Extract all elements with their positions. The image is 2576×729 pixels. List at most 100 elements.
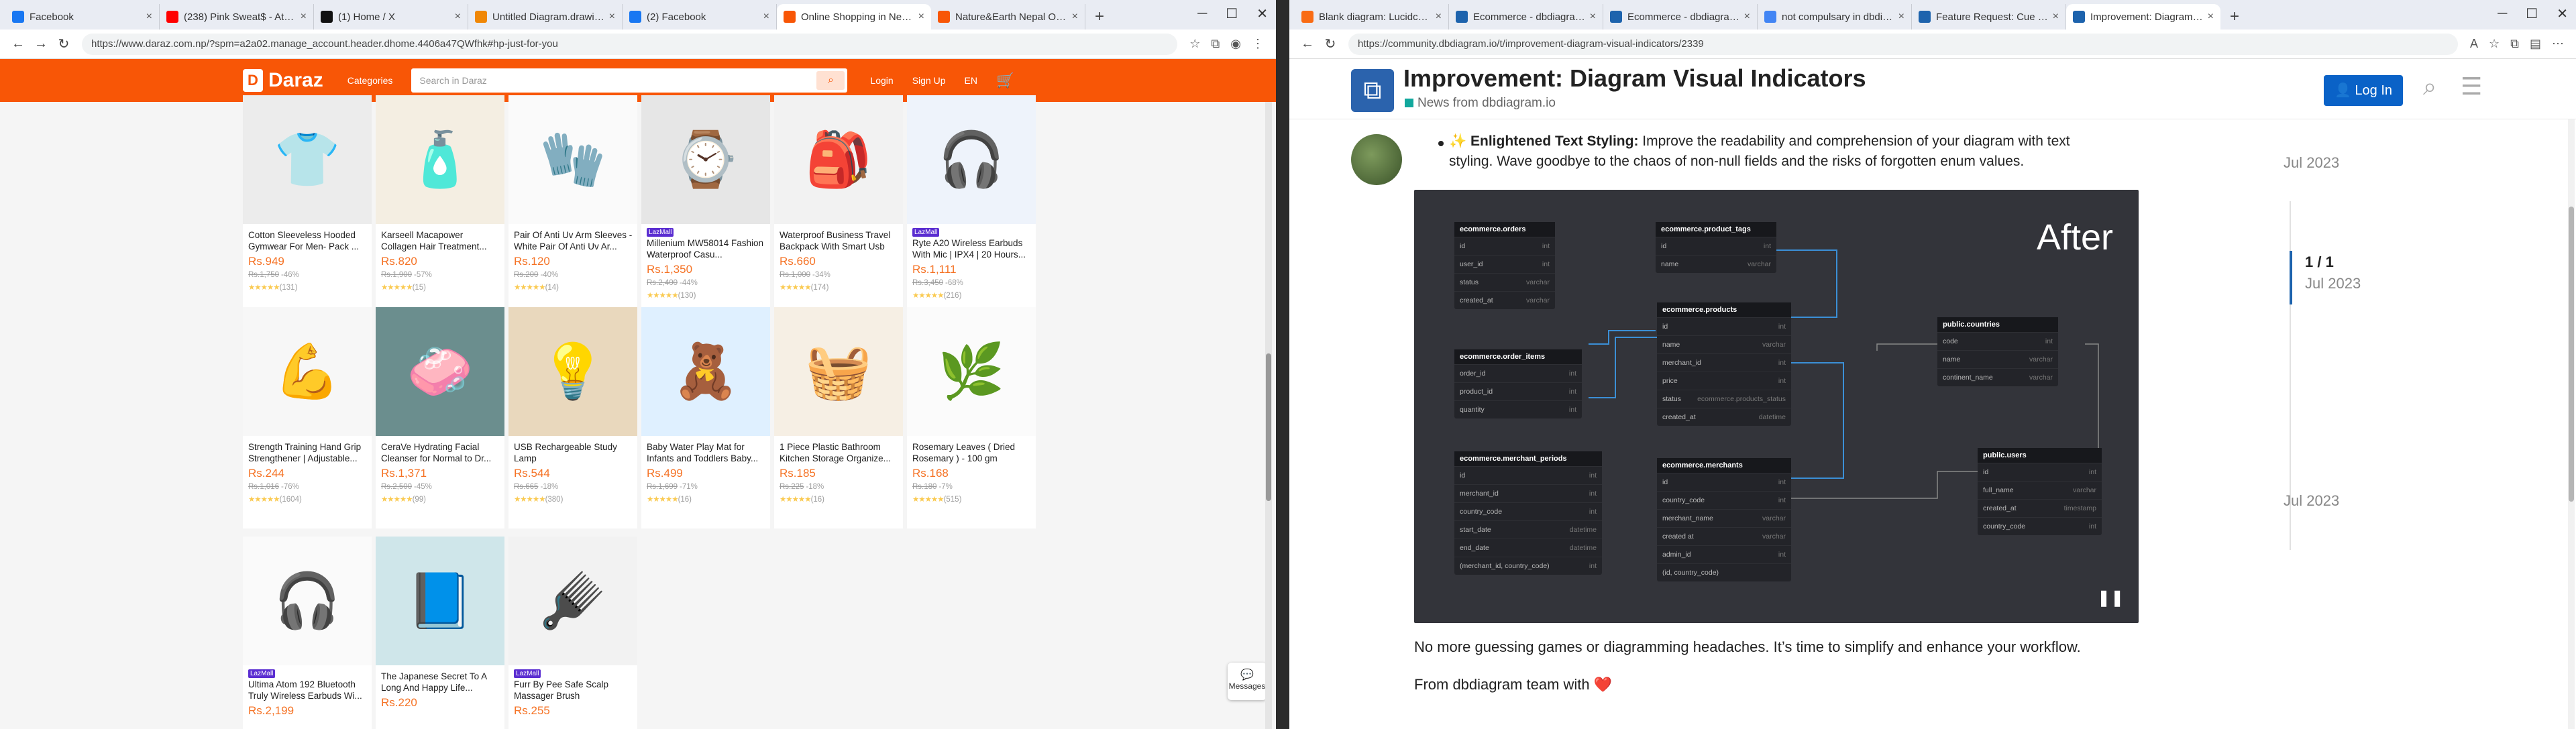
language-select[interactable]: EN: [965, 75, 977, 86]
tab-close-icon[interactable]: ×: [1898, 11, 1904, 23]
back-icon[interactable]: ←: [7, 36, 30, 52]
product-image[interactable]: 🎧: [907, 95, 1036, 224]
product-name[interactable]: Waterproof Business Travel Backpack With…: [780, 229, 899, 252]
reload-icon[interactable]: ↻: [52, 36, 75, 52]
dbdiagram-logo-icon[interactable]: ⧉: [1351, 69, 1394, 112]
categories-menu[interactable]: Categories: [347, 75, 393, 86]
product-image[interactable]: 🪮: [508, 537, 637, 665]
product-name[interactable]: Strength Training Hand Grip Strengthener…: [248, 441, 368, 464]
right-url-field[interactable]: https://community.dbdiagram.io/t/improve…: [1348, 33, 2458, 55]
product-image[interactable]: ⌚: [641, 95, 770, 224]
menu-icon[interactable]: ⋮: [1252, 37, 1264, 51]
browser-tab[interactable]: (1) Home / X ×: [314, 4, 468, 30]
split-icon[interactable]: ⧉: [2510, 37, 2519, 51]
product-name[interactable]: CeraVe Hydrating Facial Cleanser for Nor…: [381, 441, 500, 464]
product-card[interactable]: 💡 USB Rechargeable Study Lamp Rs.544 Rs.665…: [508, 307, 637, 528]
hamburger-icon[interactable]: ☰: [2461, 72, 2482, 101]
product-image[interactable]: 🎒: [774, 95, 903, 224]
cart-icon[interactable]: 🛒: [996, 72, 1014, 89]
product-card[interactable]: 🎧 LazMall Ryte A20 Wireless Earbuds With M…: [907, 95, 1036, 317]
timeline-handle[interactable]: [2290, 251, 2292, 304]
product-image[interactable]: 💪: [243, 307, 372, 436]
product-card[interactable]: 👕 Cotton Sleeveless Hooded Gymwear For Me…: [243, 95, 372, 317]
product-image[interactable]: 🧺: [774, 307, 903, 436]
browser-tab[interactable]: not compulsary in dbdiagram ×: [1758, 4, 1912, 30]
close-icon[interactable]: ✕: [2557, 5, 2568, 22]
browser-tab[interactable]: Nature&Earth Nepal Official Onl... ×: [931, 4, 1085, 30]
product-name[interactable]: 1 Piece Plastic Bathroom Kitchen Storage…: [780, 441, 899, 464]
product-name[interactable]: Pair Of Anti Uv Arm Sleeves - White Pair…: [514, 229, 633, 252]
search-icon[interactable]: ⌕: [2423, 72, 2436, 101]
product-card[interactable]: 🎧 LazMall Ultima Atom 192 Bluetooth Truly …: [243, 537, 372, 729]
pause-icon[interactable]: ❚❚: [2097, 588, 2124, 608]
maximize-icon[interactable]: ☐: [2526, 5, 2538, 22]
more-icon[interactable]: ⋯: [2552, 37, 2564, 51]
messages-button[interactable]: 💬 Messages: [1228, 663, 1267, 700]
product-card[interactable]: 📘 The Japanese Secret To A Long And Happy…: [376, 537, 504, 729]
product-name[interactable]: Millenium MW58014 Fashion Waterproof Cas…: [647, 237, 766, 260]
product-image[interactable]: 🧼: [376, 307, 504, 436]
product-name[interactable]: Rosemary Leaves ( Dried Rosemary ) - 100…: [912, 441, 1032, 464]
tab-close-icon[interactable]: ×: [1436, 11, 1442, 23]
collections-icon[interactable]: ▤: [2530, 37, 2541, 51]
star-icon[interactable]: ☆: [1189, 37, 1200, 51]
daraz-search-input[interactable]: Search in Daraz ⌕: [411, 68, 848, 93]
login-button[interactable]: 👤 Log In: [2324, 75, 2403, 106]
product-card[interactable]: ⌚ LazMall Millenium MW58014 Fashion Waterp…: [641, 95, 770, 317]
tab-close-icon[interactable]: ×: [455, 11, 461, 23]
minimize-icon[interactable]: ─: [2498, 6, 2507, 21]
product-card[interactable]: 🧼 CeraVe Hydrating Facial Cleanser for No…: [376, 307, 504, 528]
extensions-icon[interactable]: ⧉: [1211, 37, 1220, 51]
reload-icon[interactable]: ↻: [1319, 36, 1342, 52]
profile-icon[interactable]: ◉: [1230, 37, 1241, 51]
product-name[interactable]: Karseell Macapower Collagen Hair Treatme…: [381, 229, 500, 252]
tab-close-icon[interactable]: ×: [1744, 11, 1750, 23]
product-card[interactable]: 🌿 Rosemary Leaves ( Dried Rosemary ) - 10…: [907, 307, 1036, 528]
product-image[interactable]: 🌿: [907, 307, 1036, 436]
browser-tab[interactable]: Ecommerce - dbdiagram.io ×: [1603, 4, 1758, 30]
back-icon[interactable]: ←: [1296, 36, 1319, 52]
product-card[interactable]: 🎒 Waterproof Business Travel Backpack Wit…: [774, 95, 903, 317]
favorite-icon[interactable]: ☆: [2489, 37, 2500, 51]
browser-tab[interactable]: Ecommerce - dbdiagram.io ×: [1449, 4, 1603, 30]
product-card[interactable]: 🧴 Karseell Macapower Collagen Hair Treatm…: [376, 95, 504, 317]
forward-icon[interactable]: →: [30, 36, 52, 52]
left-url-field[interactable]: https://www.daraz.com.np/?spm=a2a02.mana…: [82, 33, 1178, 55]
tab-close-icon[interactable]: ×: [1072, 11, 1078, 23]
product-name[interactable]: The Japanese Secret To A Long And Happy …: [381, 671, 500, 693]
avatar[interactable]: [1351, 134, 1402, 185]
browser-tab[interactable]: Online Shopping in Nepal | Best... ×: [777, 4, 931, 30]
search-icon[interactable]: ⌕: [816, 71, 845, 90]
tab-close-icon[interactable]: ×: [301, 11, 307, 23]
login-link[interactable]: Login: [870, 75, 893, 86]
new-tab-button[interactable]: +: [2220, 4, 2249, 30]
product-image[interactable]: 🧤: [508, 95, 637, 224]
product-image[interactable]: 📘: [376, 537, 504, 665]
product-card[interactable]: 🧺 1 Piece Plastic Bathroom Kitchen Storag…: [774, 307, 903, 528]
tab-close-icon[interactable]: ×: [609, 11, 615, 23]
product-image[interactable]: 👕: [243, 95, 372, 224]
minimize-icon[interactable]: ─: [1197, 6, 1207, 21]
daraz-logo[interactable]: D Daraz: [243, 69, 323, 92]
reader-icon[interactable]: A: [2470, 37, 2478, 51]
new-tab-button[interactable]: +: [1085, 4, 1114, 30]
product-image[interactable]: 💡: [508, 307, 637, 436]
browser-tab[interactable]: Feature Request: Cue to ... ×: [1912, 4, 2066, 30]
tab-close-icon[interactable]: ×: [918, 11, 924, 23]
product-card[interactable]: 💪 Strength Training Hand Grip Strengthene…: [243, 307, 372, 528]
product-image[interactable]: 🧴: [376, 95, 504, 224]
left-scrollbar[interactable]: [1265, 102, 1272, 729]
topic-category[interactable]: News from dbdiagram.io: [1405, 96, 1556, 111]
close-icon[interactable]: ✕: [1256, 5, 1268, 22]
tab-close-icon[interactable]: ×: [146, 11, 152, 23]
product-image[interactable]: 🎧: [243, 537, 372, 665]
maximize-icon[interactable]: ☐: [1226, 5, 1238, 22]
product-name[interactable]: Cotton Sleeveless Hooded Gymwear For Men…: [248, 229, 368, 252]
product-card[interactable]: 🧤 Pair Of Anti Uv Arm Sleeves - White Pai…: [508, 95, 637, 317]
browser-tab[interactable]: Untitled Diagram.drawio - draw... ×: [468, 4, 623, 30]
product-name[interactable]: USB Rechargeable Study Lamp: [514, 441, 633, 464]
tab-close-icon[interactable]: ×: [2053, 11, 2059, 23]
tab-close-icon[interactable]: ×: [763, 11, 769, 23]
product-name[interactable]: Furr By Pee Safe Scalp Massager Brush: [514, 679, 633, 702]
product-card[interactable]: 🧸 Baby Water Play Mat for Infants and Tod…: [641, 307, 770, 528]
